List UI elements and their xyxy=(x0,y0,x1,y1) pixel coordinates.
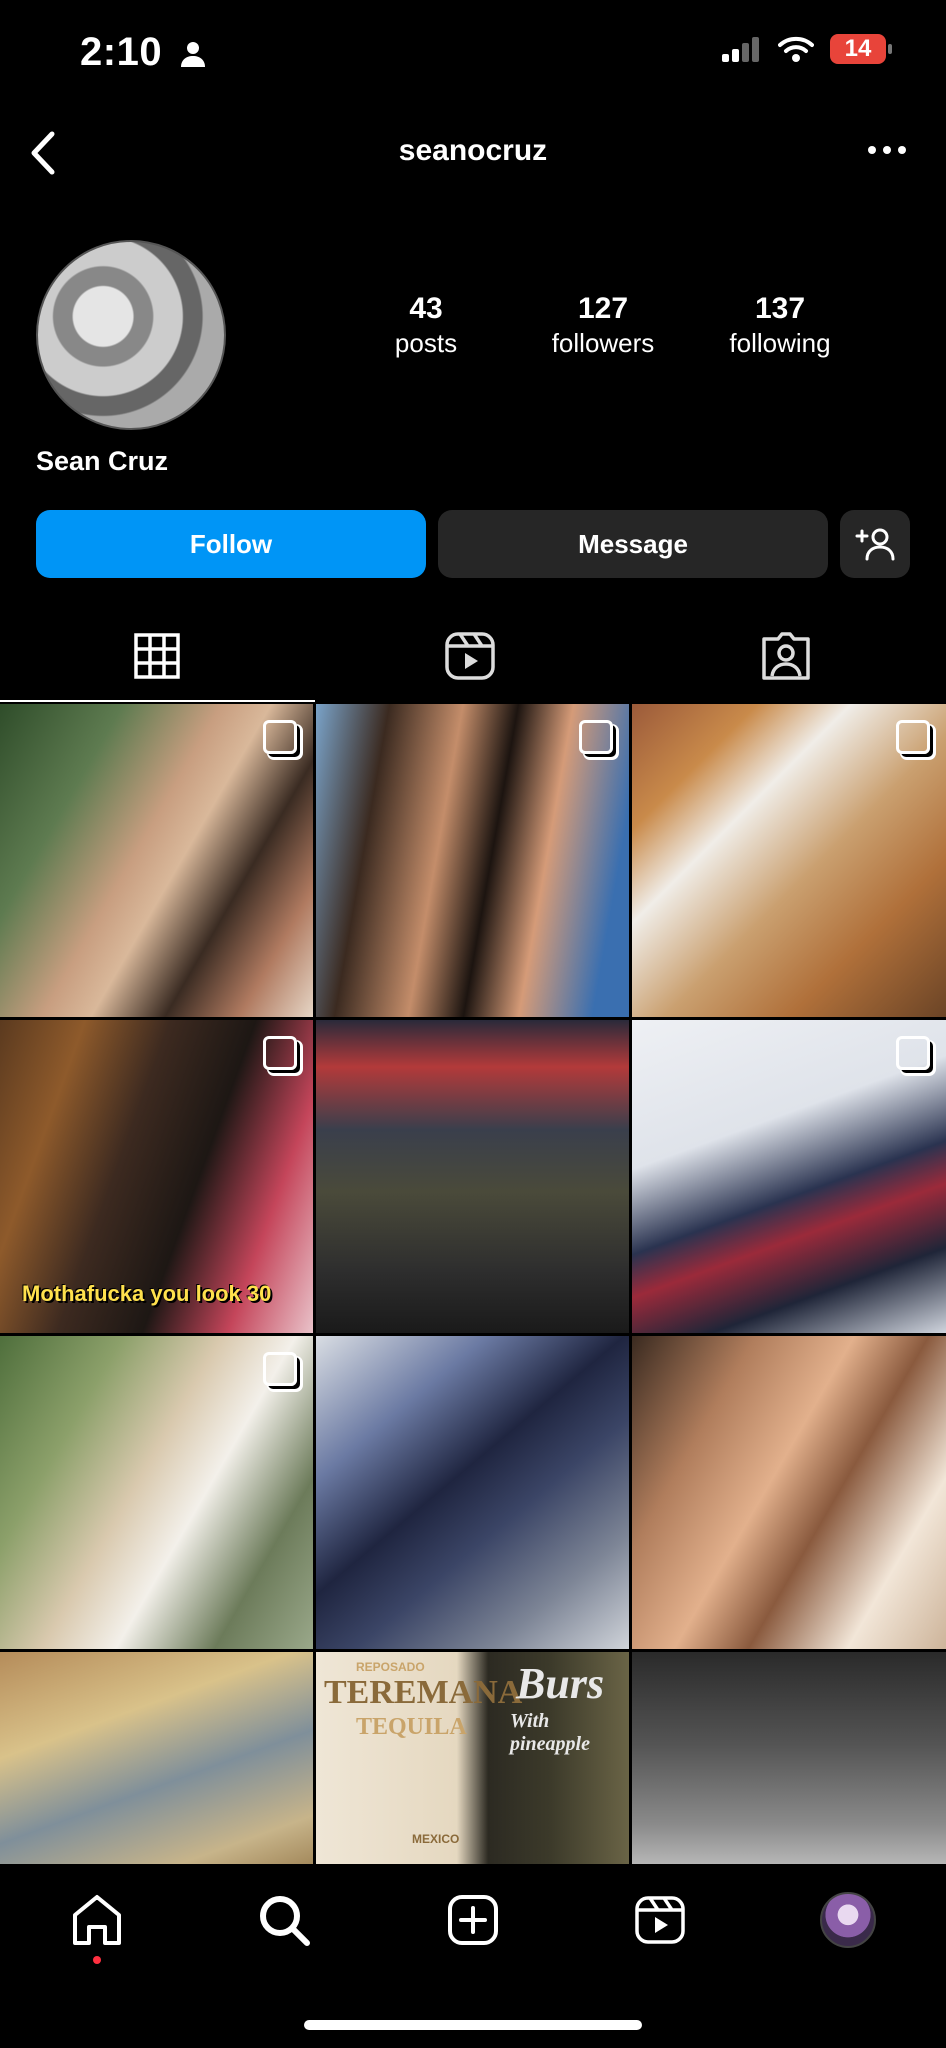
nav-profile[interactable] xyxy=(818,1890,878,1950)
profile-avatar[interactable] xyxy=(36,240,226,430)
nav-create[interactable] xyxy=(443,1890,503,1950)
tab-reels[interactable] xyxy=(440,626,500,686)
tile-text: MEXICO xyxy=(412,1832,460,1846)
carousel-icon xyxy=(263,720,297,754)
stat-following-count: 137 xyxy=(754,292,806,325)
tile-text: TEREMANA xyxy=(324,1674,523,1711)
tagged-icon xyxy=(762,632,810,680)
carousel-icon xyxy=(263,1352,297,1386)
post-thumbnail[interactable] xyxy=(632,1336,946,1649)
ellipsis-dot xyxy=(898,146,906,154)
nav-home[interactable] xyxy=(67,1890,127,1950)
stat-posts[interactable]: 43 posts xyxy=(346,292,506,359)
more-options-button[interactable] xyxy=(868,146,906,154)
carousel-icon xyxy=(263,1036,297,1070)
post-thumbnail[interactable] xyxy=(316,1020,629,1333)
reels-icon xyxy=(635,1896,685,1944)
stat-followers-count: 127 xyxy=(577,292,629,325)
post-thumbnail[interactable] xyxy=(316,704,629,1017)
ellipsis-dot xyxy=(868,146,876,154)
post-thumbnail[interactable] xyxy=(632,704,946,1017)
stat-following-label: following xyxy=(729,328,831,358)
tile-text: REPOSADO xyxy=(356,1660,425,1674)
tile-text: With pineapple xyxy=(510,1710,590,1755)
plus-square-icon xyxy=(448,1895,498,1945)
wifi-icon xyxy=(778,36,814,62)
nav-reels[interactable] xyxy=(630,1890,690,1950)
post-thumbnail[interactable] xyxy=(0,704,313,1017)
profile-display-name: Sean Cruz xyxy=(36,446,169,476)
carousel-icon xyxy=(579,720,613,754)
status-time: 2:10 xyxy=(80,30,206,75)
cellular-signal-icon xyxy=(722,37,759,62)
stat-posts-count: 43 xyxy=(409,292,443,325)
post-thumbnail[interactable]: Mothafucka you look 30 xyxy=(0,1020,313,1333)
activity-dot xyxy=(93,1956,101,1964)
tab-posts-grid[interactable] xyxy=(127,626,187,686)
posts-grid: Mothafucka you look 30 REPOSADO TEREMANA… xyxy=(0,704,946,1965)
post-thumbnail[interactable] xyxy=(632,1020,946,1333)
stat-following[interactable]: 137 following xyxy=(700,292,860,359)
nav-search[interactable] xyxy=(254,1890,314,1950)
post-thumbnail[interactable] xyxy=(316,1336,629,1649)
reels-icon xyxy=(445,632,495,680)
suggested-users-button[interactable] xyxy=(840,510,910,578)
tile-text: TEQUILA xyxy=(356,1714,467,1740)
active-tab-indicator xyxy=(0,700,315,702)
battery-indicator: 14 xyxy=(830,34,892,64)
status-indicators: 14 xyxy=(722,34,892,64)
profile-avatar-small xyxy=(820,1892,876,1948)
stat-followers[interactable]: 127 followers xyxy=(523,292,683,359)
stat-followers-label: followers xyxy=(551,328,655,358)
profile-username: seanocruz xyxy=(398,134,548,167)
tile-text: Burs xyxy=(516,1659,605,1708)
carousel-icon xyxy=(896,720,930,754)
grid-icon xyxy=(134,633,180,679)
meme-caption: Mothafucka you look 30 xyxy=(22,1281,272,1306)
ellipsis-dot xyxy=(883,146,891,154)
search-icon xyxy=(260,1896,310,1946)
post-thumbnail[interactable] xyxy=(0,1336,313,1649)
add-person-icon xyxy=(855,528,895,561)
person-icon xyxy=(180,42,205,68)
tab-tagged[interactable] xyxy=(756,626,816,686)
message-button[interactable]: Message xyxy=(438,510,828,578)
home-icon xyxy=(73,1895,121,1945)
follow-button[interactable]: Follow xyxy=(36,510,426,578)
stat-posts-label: posts xyxy=(394,328,458,358)
carousel-icon xyxy=(896,1036,930,1070)
home-indicator xyxy=(304,2020,642,2030)
